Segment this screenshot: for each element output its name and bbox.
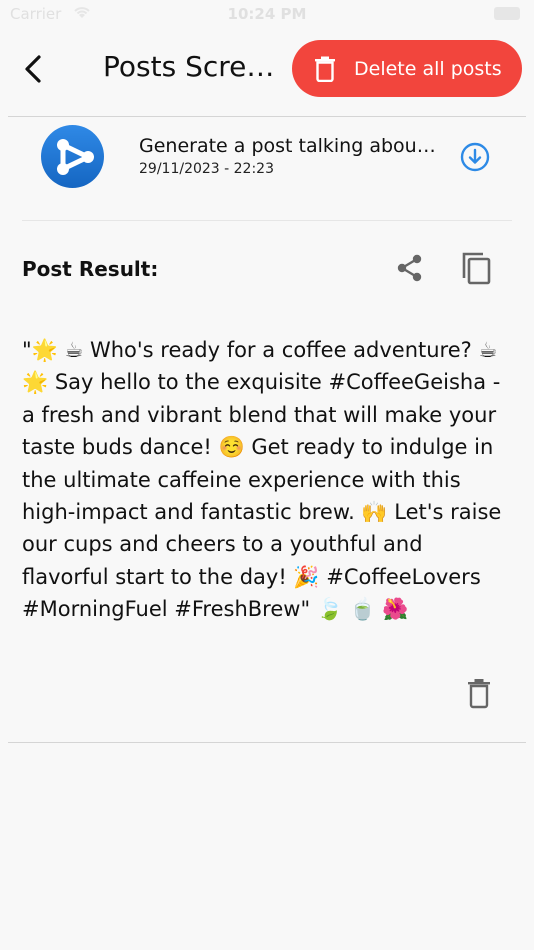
post-result-header: Post Result: <box>0 240 534 300</box>
back-chevron-icon <box>25 55 41 83</box>
copy-icon <box>462 252 491 285</box>
app-logo <box>41 125 104 188</box>
header-divider <box>8 116 526 117</box>
battery-icon <box>494 7 520 20</box>
post-date: 29/11/2023 - 22:23 <box>139 161 274 177</box>
post-title: Generate a post talking about CoffeeGeis… <box>139 135 439 157</box>
share-icon <box>397 254 422 282</box>
back-button[interactable] <box>14 50 52 88</box>
status-bar: Carrier 10:24 PM <box>0 0 534 30</box>
delete-post-button[interactable] <box>462 676 496 712</box>
post-result-label: Post Result: <box>22 257 159 281</box>
app-bar: Posts Screen Delete all posts <box>0 30 534 110</box>
delete-all-posts-button[interactable]: Delete all posts <box>292 40 522 97</box>
trash-icon <box>468 679 490 709</box>
delete-all-posts-label: Delete all posts <box>354 57 502 80</box>
page-title: Posts Screen <box>103 50 278 83</box>
post-header[interactable]: Generate a post talking about CoffeeGeis… <box>0 118 534 198</box>
post-header-divider <box>22 220 512 221</box>
share-button[interactable] <box>392 250 428 286</box>
copy-button[interactable] <box>459 250 497 288</box>
post-divider <box>8 742 526 743</box>
download-button[interactable] <box>458 140 492 174</box>
status-time: 10:24 PM <box>227 5 307 23</box>
trash-icon <box>315 56 335 82</box>
download-circle-icon <box>460 142 490 172</box>
post-result-text: "🌟 ☕ Who's ready for a coffee adventure?… <box>22 338 502 622</box>
app-logo-icon <box>57 139 94 175</box>
